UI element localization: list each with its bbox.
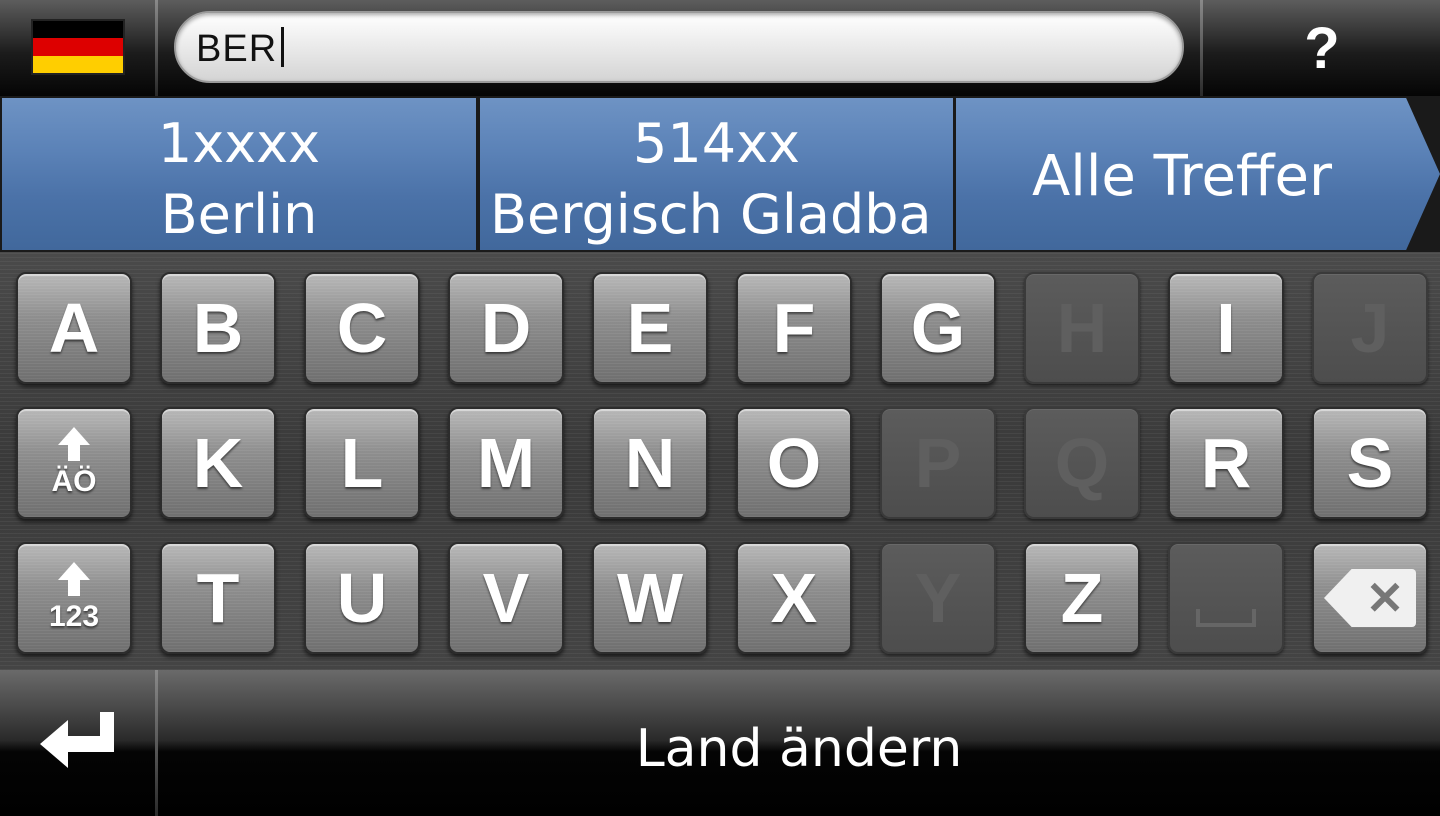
key-m[interactable]: M: [448, 407, 564, 519]
all-results-button[interactable]: Alle Treffer: [956, 98, 1440, 250]
key-n[interactable]: N: [592, 407, 708, 519]
search-input-value: BER: [196, 28, 278, 70]
key-k[interactable]: K: [160, 407, 276, 519]
space-key: [1168, 542, 1284, 654]
suggestion-city: Bergisch Gladba: [490, 183, 932, 246]
key-z[interactable]: Z: [1024, 542, 1140, 654]
key-p: P: [880, 407, 996, 519]
bottom-bar: Land ändern: [0, 670, 1440, 816]
key-x[interactable]: X: [736, 542, 852, 654]
return-arrow-icon: [40, 712, 114, 768]
key-e[interactable]: E: [592, 272, 708, 384]
key-g[interactable]: G: [880, 272, 996, 384]
key-c[interactable]: C: [304, 272, 420, 384]
suggestion-item[interactable]: 514xx Bergisch Gladba: [480, 98, 953, 250]
key-label: 123: [48, 600, 100, 633]
key-a[interactable]: A: [16, 272, 132, 384]
key-h: H: [1024, 272, 1140, 384]
shift-numeric-key[interactable]: 123: [16, 542, 132, 654]
help-icon: ?: [1304, 15, 1340, 81]
key-s[interactable]: S: [1312, 407, 1428, 519]
suggestion-postcode: 1xxxx: [157, 112, 321, 175]
shift-arrow-icon: [58, 427, 90, 445]
suggestion-bar: 1xxxx Berlin 514xx Bergisch Gladba Alle …: [0, 96, 1440, 252]
country-flag-button[interactable]: [33, 21, 123, 73]
key-u[interactable]: U: [304, 542, 420, 654]
key-w[interactable]: W: [592, 542, 708, 654]
key-t[interactable]: T: [160, 542, 276, 654]
text-caret: [281, 27, 285, 67]
top-bar: BER ?: [0, 0, 1440, 96]
space-icon: [1196, 609, 1256, 627]
backspace-icon: ✕: [1324, 569, 1416, 627]
search-input[interactable]: BER: [174, 11, 1184, 83]
help-button[interactable]: ?: [1204, 0, 1440, 96]
suggestion-city: Berlin: [160, 183, 318, 246]
flag-stripe-red: [33, 38, 123, 56]
change-country-button[interactable]: Land ändern: [158, 670, 1440, 816]
change-country-label: Land ändern: [635, 719, 963, 779]
divider: [155, 0, 158, 96]
key-f[interactable]: F: [736, 272, 852, 384]
key-label: ÄÖ: [51, 465, 97, 498]
shift-arrow-icon: [58, 562, 90, 580]
suggestion-item[interactable]: 1xxxx Berlin: [2, 98, 476, 250]
suggestion-postcode: 514xx: [633, 112, 800, 175]
key-l[interactable]: L: [304, 407, 420, 519]
back-button[interactable]: [0, 670, 155, 816]
key-q: Q: [1024, 407, 1140, 519]
key-j: J: [1312, 272, 1428, 384]
key-r[interactable]: R: [1168, 407, 1284, 519]
all-results-label: Alle Treffer: [1032, 144, 1332, 209]
divider: [1200, 0, 1203, 96]
flag-stripe-black: [33, 21, 123, 39]
keyboard: A B C D E F G H I J ÄÖ K L M N O P Q R S 123 T U V W X Y Z ✕: [0, 252, 1440, 670]
backspace-key[interactable]: ✕: [1312, 542, 1428, 654]
key-d[interactable]: D: [448, 272, 564, 384]
key-b[interactable]: B: [160, 272, 276, 384]
key-y: Y: [880, 542, 996, 654]
key-v[interactable]: V: [448, 542, 564, 654]
key-i[interactable]: I: [1168, 272, 1284, 384]
shift-umlaut-key[interactable]: ÄÖ: [16, 407, 132, 519]
key-o[interactable]: O: [736, 407, 852, 519]
flag-stripe-gold: [33, 55, 123, 73]
